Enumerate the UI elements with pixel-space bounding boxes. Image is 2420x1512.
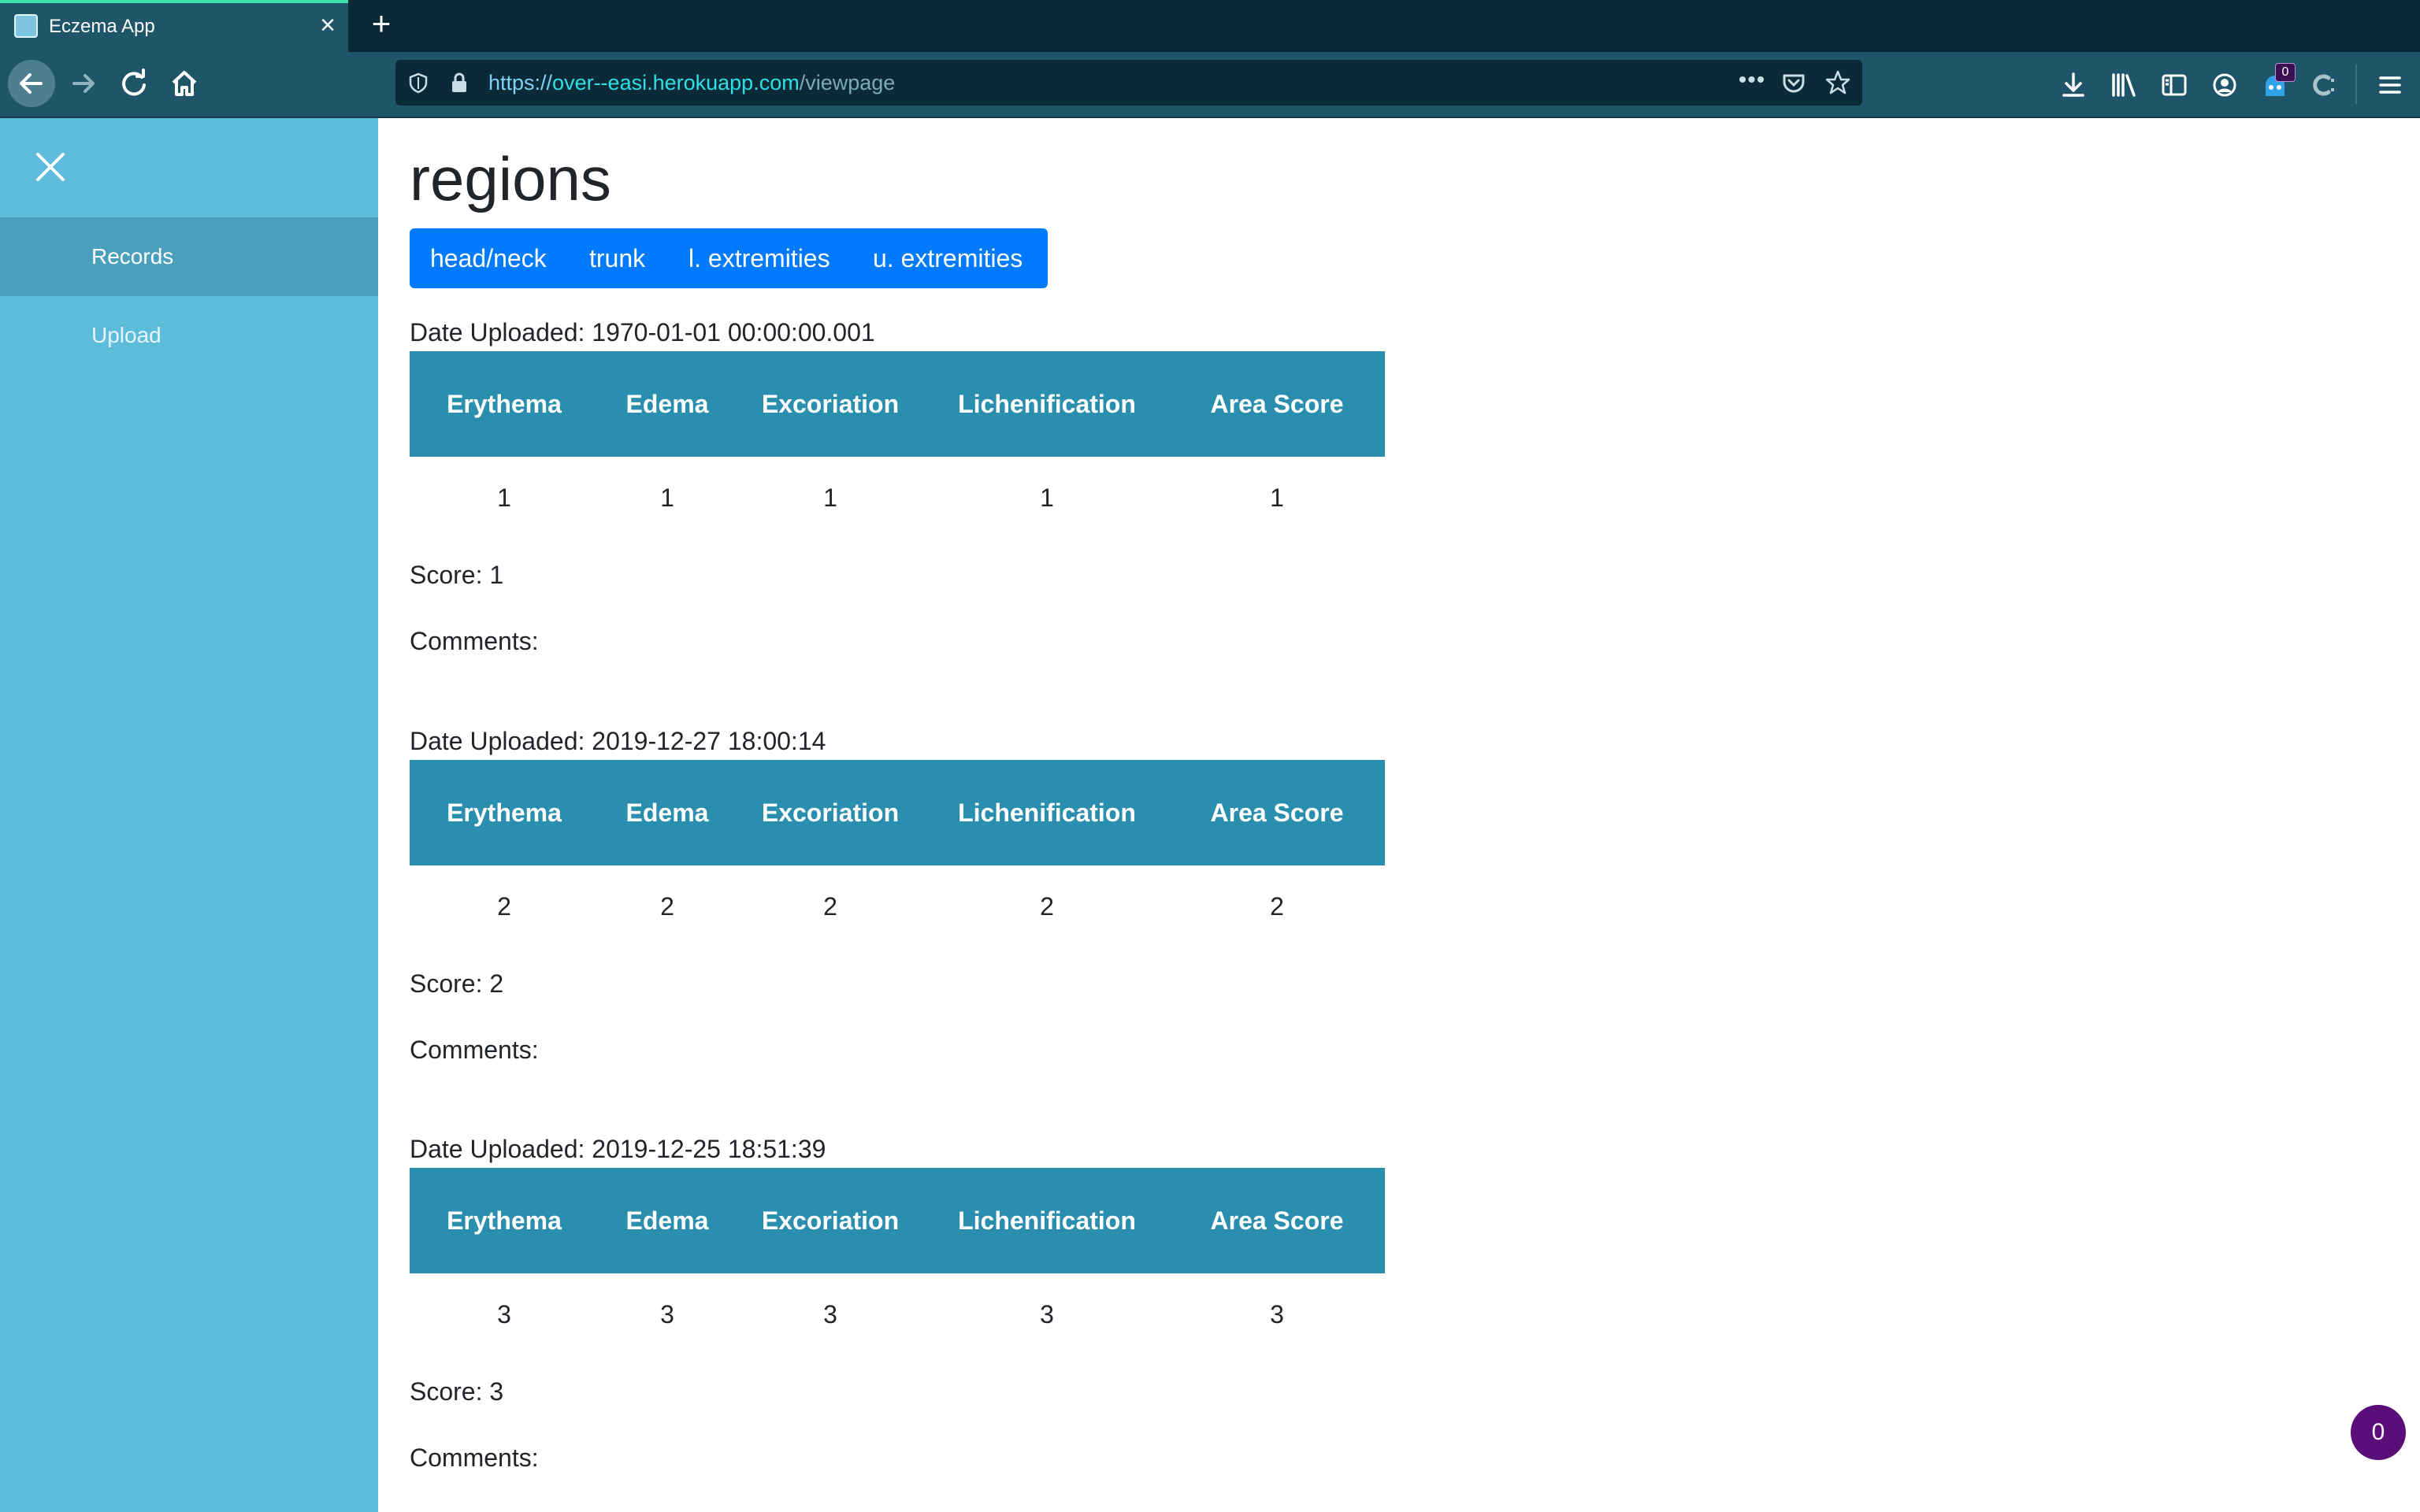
- back-button[interactable]: [8, 60, 55, 107]
- url-host: over--easi.herokuapp.com: [552, 71, 800, 94]
- cell-excoriation: 2: [823, 892, 837, 921]
- cell-erythema: 1: [497, 484, 511, 512]
- record-table-header: Erythema Edema Excoriation Lichenificati…: [410, 760, 1385, 865]
- record-score: Score: 2: [410, 969, 504, 998]
- sidebar-item-label: Records: [91, 244, 174, 269]
- shield-icon[interactable]: [406, 71, 430, 94]
- tab-trunk[interactable]: trunk: [589, 244, 645, 273]
- url-scheme: https://: [488, 71, 553, 94]
- record-comments: Comments:: [410, 627, 539, 655]
- toolbar-divider: [2355, 65, 2357, 104]
- region-tabs: head/neck trunk l. extremities u. extrem…: [410, 228, 1048, 288]
- back-arrow-icon: [20, 73, 43, 94]
- download-icon[interactable]: [2058, 69, 2089, 101]
- menu-icon[interactable]: [2374, 69, 2406, 101]
- lock-icon[interactable]: [447, 71, 471, 94]
- record-table-header: Erythema Edema Excoriation Lichenificati…: [410, 351, 1385, 457]
- record-score: Score: 1: [410, 561, 504, 589]
- column-header-erythema: Erythema: [447, 1206, 562, 1235]
- record-comments: Comments:: [410, 1036, 539, 1064]
- column-header-lichenification: Lichenification: [958, 1206, 1136, 1235]
- cell-area-score: 1: [1270, 484, 1284, 512]
- home-button[interactable]: [162, 61, 206, 106]
- browser-tab-strip: Eczema App × +: [0, 0, 2420, 52]
- url-path: /viewpage: [799, 71, 896, 94]
- column-header-erythema: Erythema: [447, 799, 562, 827]
- address-bar[interactable]: https://over--easi.herokuapp.com/viewpag…: [395, 60, 1862, 106]
- cell-erythema: 3: [497, 1300, 511, 1329]
- url-text[interactable]: https://over--easi.herokuapp.com/viewpag…: [488, 71, 895, 95]
- record-table-header: Erythema Edema Excoriation Lichenificati…: [410, 1168, 1385, 1273]
- record-comments: Comments:: [410, 1443, 539, 1472]
- cell-edema: 3: [660, 1300, 674, 1329]
- home-icon: [172, 71, 197, 96]
- column-header-area-score: Area Score: [1210, 799, 1344, 827]
- close-sidebar-icon[interactable]: [32, 148, 69, 186]
- browser-tab[interactable]: Eczema App ×: [0, 0, 348, 52]
- tab-upper-extremities[interactable]: u. extremities: [873, 244, 1023, 273]
- bookmark-star-icon[interactable]: [1824, 69, 1851, 96]
- column-header-erythema: Erythema: [447, 390, 562, 418]
- column-header-excoriation: Excoriation: [761, 1206, 900, 1235]
- extension-badge: 0: [2275, 63, 2296, 82]
- forward-arrow-icon: [72, 74, 95, 93]
- pocket-icon[interactable]: [1780, 69, 1807, 96]
- browser-toolbar: https://over--easi.herokuapp.com/viewpag…: [0, 52, 2420, 118]
- tab-lower-extremities[interactable]: l. extremities: [689, 244, 830, 273]
- cell-excoriation: 1: [823, 484, 837, 512]
- column-header-excoriation: Excoriation: [761, 390, 900, 418]
- chat-badge-button[interactable]: 0: [2351, 1405, 2406, 1460]
- sidebar-item-label: Upload: [91, 323, 161, 347]
- page-title: regions: [410, 144, 611, 213]
- cell-area-score: 2: [1270, 892, 1284, 921]
- cell-area-score: 3: [1270, 1300, 1284, 1329]
- cell-excoriation: 3: [823, 1300, 837, 1329]
- column-header-area-score: Area Score: [1210, 1206, 1344, 1235]
- extension-c-icon[interactable]: [2308, 69, 2340, 101]
- column-header-edema: Edema: [625, 390, 709, 418]
- record-date: Date Uploaded: 2019-12-25 18:51:39: [410, 1135, 826, 1163]
- sidebar-item-upload[interactable]: Upload: [0, 296, 378, 375]
- close-tab-icon[interactable]: ×: [312, 9, 343, 41]
- forward-button[interactable]: [61, 61, 106, 106]
- sidebar: Records Upload: [0, 118, 378, 1512]
- record-score: Score: 3: [410, 1377, 504, 1406]
- column-header-excoriation: Excoriation: [761, 799, 900, 827]
- record-date: Date Uploaded: 1970-01-01 00:00:00.001: [410, 318, 875, 346]
- cell-erythema: 2: [497, 892, 511, 921]
- sidebar-toggle-icon[interactable]: [2158, 69, 2190, 101]
- cell-edema: 2: [660, 892, 674, 921]
- record-date: Date Uploaded: 2019-12-27 18:00:14: [410, 727, 826, 755]
- main-content: regions head/neck trunk l. extremities u…: [410, 118, 2379, 1512]
- sidebar-item-records[interactable]: Records: [0, 217, 378, 296]
- library-icon[interactable]: [2108, 69, 2140, 101]
- column-header-edema: Edema: [625, 799, 709, 827]
- column-header-edema: Edema: [625, 1206, 709, 1235]
- column-header-lichenification: Lichenification: [958, 390, 1136, 418]
- cell-lichenification: 1: [1040, 484, 1054, 512]
- new-tab-icon[interactable]: +: [364, 6, 399, 41]
- app-favicon-icon: [14, 14, 38, 38]
- cell-lichenification: 2: [1040, 892, 1054, 921]
- column-header-lichenification: Lichenification: [958, 799, 1136, 827]
- reload-button[interactable]: [112, 61, 156, 106]
- account-icon[interactable]: [2209, 69, 2240, 101]
- tab-head-neck[interactable]: head/neck: [430, 244, 547, 273]
- reload-icon: [122, 69, 146, 96]
- tab-title: Eczema App: [49, 16, 155, 37]
- page-actions-icon[interactable]: •••: [1736, 66, 1768, 98]
- cell-edema: 1: [660, 484, 674, 512]
- column-header-area-score: Area Score: [1210, 390, 1344, 418]
- cell-lichenification: 3: [1040, 1300, 1054, 1329]
